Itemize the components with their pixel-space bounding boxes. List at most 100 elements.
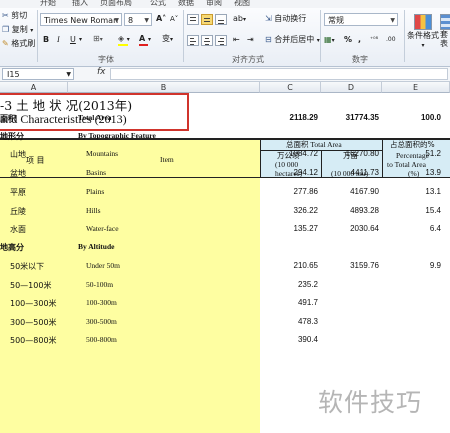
row-label-en[interactable]: 50-100m <box>86 280 113 289</box>
cell-hectares[interactable]: 2118.29 <box>290 113 318 122</box>
row-label-en[interactable]: Basins <box>86 168 106 177</box>
cell-mu[interactable]: 3159.76 <box>350 261 379 270</box>
phonetic-button[interactable]: 变▾ <box>162 34 173 45</box>
column-header-a[interactable]: A <box>0 82 68 93</box>
row-label-en[interactable]: Hills <box>86 206 101 215</box>
column-header-c[interactable]: C <box>260 82 321 93</box>
tab-home[interactable]: 开始 <box>40 0 56 8</box>
cell-hectares[interactable]: 135.27 <box>294 224 318 233</box>
row-label-cn[interactable]: 盆地 <box>10 168 26 179</box>
name-box[interactable]: I15 ▼ <box>2 68 74 80</box>
row-label-cn[interactable]: 50—100米 <box>10 280 51 291</box>
row-label-en[interactable]: 300-500m <box>86 317 117 326</box>
cell-mu[interactable]: 16270.80 <box>346 149 379 158</box>
cell-mu[interactable]: 4167.90 <box>350 187 379 196</box>
align-center-button[interactable] <box>201 35 213 46</box>
cell-hectares[interactable]: 478.3 <box>298 317 318 326</box>
row-label-cn[interactable]: 100—300米 <box>10 298 57 309</box>
borders-button[interactable]: ⊞▾ <box>93 34 103 45</box>
orientation-button[interactable]: ab▾ <box>233 14 246 25</box>
tab-formulas[interactable]: 公式 <box>150 0 166 8</box>
cell-percentage[interactable]: 15.4 <box>425 206 441 215</box>
row-label-en[interactable]: Mountains <box>86 149 118 158</box>
comma-style-button[interactable]: , <box>358 35 361 45</box>
merge-center-button[interactable]: ⊟ 合并后居中 ▾ <box>265 35 320 46</box>
cell-hectares[interactable]: 1084.72 <box>289 149 318 158</box>
copy-button[interactable]: ❐ 复制 ▾ <box>2 25 33 36</box>
cell-mu[interactable]: 31774.35 <box>346 113 379 122</box>
cell-hectares[interactable]: 235.2 <box>298 280 318 289</box>
font-color-button[interactable]: A ▾ <box>139 34 151 46</box>
insert-function-button[interactable]: fx <box>97 67 106 77</box>
cell-hectares[interactable]: 210.65 <box>294 261 318 270</box>
row-label-en[interactable]: Under 50m <box>86 261 120 270</box>
row-label-en[interactable]: Total Area <box>78 113 112 122</box>
underline-button[interactable]: U <box>70 35 76 45</box>
cell-hectares[interactable]: 294.12 <box>294 168 318 177</box>
row-label-cn[interactable]: 300—500米 <box>10 317 57 328</box>
cell-hectares[interactable]: 277.86 <box>294 187 318 196</box>
format-painter-button[interactable]: ✎ 格式刷 <box>2 39 35 49</box>
conditional-format-button[interactable]: 条件格式 ▾ <box>406 14 440 51</box>
row-label-en[interactable]: Plains <box>86 187 104 196</box>
row-label-cn[interactable]: 地高分 <box>0 242 24 253</box>
row-label-en[interactable]: By Topographic Feature <box>78 131 156 140</box>
format-as-table-button[interactable]: 套 表 <box>440 14 450 48</box>
tab-insert[interactable]: 插入 <box>72 0 88 8</box>
cell-mu[interactable]: 4893.28 <box>350 206 379 215</box>
italic-button[interactable]: I <box>57 35 60 45</box>
underline-dropdown[interactable]: ▾ <box>79 35 82 45</box>
row-label-cn[interactable]: 面积 <box>0 113 16 124</box>
font-name-select[interactable]: Times New Roman ▼ <box>40 13 122 26</box>
row-label-cn[interactable]: 地形分 <box>0 131 24 142</box>
increase-decimal-button[interactable]: ⁺⁰⁸ <box>370 35 378 45</box>
row-label-cn[interactable]: 水面 <box>10 224 26 235</box>
cell-hectares[interactable]: 491.7 <box>298 298 318 307</box>
increase-indent-button[interactable]: ⇥ <box>247 35 254 45</box>
number-format-select[interactable]: 常规 ▼ <box>324 13 398 26</box>
cell-hectares[interactable]: 390.4 <box>298 335 318 344</box>
align-middle-button[interactable] <box>201 14 213 25</box>
cut-button[interactable]: ✂ 剪切 <box>2 11 27 21</box>
row-label-cn[interactable]: 丘陵 <box>10 206 26 217</box>
cell-percentage[interactable]: 6.4 <box>430 224 441 233</box>
accounting-format-button[interactable]: ▦▾ <box>324 35 335 46</box>
align-left-button[interactable] <box>187 35 199 46</box>
row-label-cn[interactable]: 500—800米 <box>10 335 57 346</box>
cell-percentage[interactable]: 100.0 <box>421 113 441 122</box>
tab-review[interactable]: 审阅 <box>206 0 222 8</box>
fill-color-button[interactable]: ◈ ▾ <box>118 34 130 46</box>
cell-percentage[interactable]: 9.9 <box>430 261 441 270</box>
formula-input[interactable] <box>110 68 448 80</box>
cell-percentage[interactable]: 13.9 <box>425 168 441 177</box>
row-label-cn[interactable]: 平原 <box>10 187 26 198</box>
row-label-en[interactable]: By Altitude <box>78 242 114 251</box>
cell-percentage[interactable]: 51.2 <box>425 149 441 158</box>
cell-mu[interactable]: 2030.64 <box>350 224 379 233</box>
tab-page-layout[interactable]: 页面布局 <box>100 0 132 8</box>
column-header-b[interactable]: B <box>68 82 260 93</box>
column-header-e[interactable]: E <box>382 82 450 93</box>
row-label-cn[interactable]: 山地 <box>10 149 26 160</box>
tab-view[interactable]: 视图 <box>234 0 250 8</box>
column-header-d[interactable]: D <box>321 82 382 93</box>
row-label-en[interactable]: 500-800m <box>86 335 117 344</box>
row-label-en[interactable]: Water-face <box>86 224 119 233</box>
align-right-button[interactable] <box>215 35 227 46</box>
row-label-cn[interactable]: 50米以下 <box>10 261 44 272</box>
align-bottom-button[interactable] <box>215 14 227 25</box>
shrink-font-button[interactable]: A˅ <box>170 14 178 24</box>
percent-style-button[interactable]: % <box>344 35 352 45</box>
cell-mu[interactable]: 4411.73 <box>351 168 379 177</box>
worksheet-grid[interactable]: -3 土 地 状 况(2013年) and Characteristics (2… <box>0 93 450 433</box>
cell-percentage[interactable]: 13.1 <box>425 187 441 196</box>
wrap-text-button[interactable]: ⇲ 自动换行 <box>265 14 306 24</box>
tab-data[interactable]: 数据 <box>178 0 194 8</box>
row-label-en[interactable]: 100-300m <box>86 298 117 307</box>
decrease-decimal-button[interactable]: .00 <box>386 35 396 45</box>
grow-font-button[interactable]: A˄ <box>156 14 166 24</box>
align-top-button[interactable] <box>187 14 199 25</box>
font-size-select[interactable]: 8 ▼ <box>124 13 152 26</box>
decrease-indent-button[interactable]: ⇤ <box>233 35 240 45</box>
cell-hectares[interactable]: 326.22 <box>294 206 318 215</box>
